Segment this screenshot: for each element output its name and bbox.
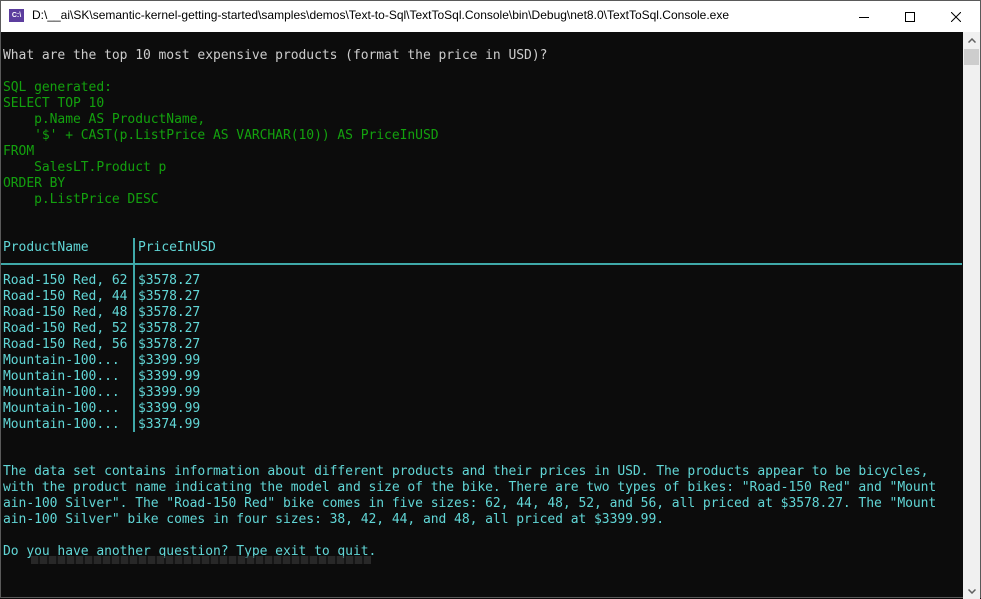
cell-productname: Mountain-100... — [3, 385, 120, 400]
scroll-down-button[interactable] — [963, 583, 980, 599]
sql-line: SalesLT.Product p — [3, 160, 167, 175]
cell-price: $3399.99 — [138, 385, 201, 400]
close-icon — [951, 11, 961, 22]
maximize-icon — [905, 11, 915, 22]
partially-visible-text — [31, 556, 371, 564]
console-app-icon: C:\ — [9, 9, 24, 22]
summary-line: The data set contains information about … — [3, 464, 929, 479]
close-button[interactable] — [933, 1, 979, 32]
sql-line: SELECT TOP 10 — [3, 96, 105, 111]
question-text: What are the top 10 most expensive produ… — [3, 48, 548, 63]
sql-line: '$' + CAST(p.ListPrice AS VARCHAR(10)) A… — [3, 128, 439, 143]
cell-productname: Mountain-100... — [3, 401, 120, 416]
table-column-divider — [133, 238, 135, 432]
sql-line: FROM — [3, 144, 35, 159]
cell-productname: Mountain-100... — [3, 417, 120, 432]
column-header-productname: ProductName — [3, 240, 89, 255]
cell-price: $3578.27 — [138, 337, 201, 352]
console-output[interactable]: What are the top 10 most expensive produ… — [1, 32, 963, 599]
title-bar[interactable]: C:\ D:\__ai\SK\semantic-kernel-getting-s… — [1, 1, 980, 32]
cell-price: $3399.99 — [138, 369, 201, 384]
minimize-icon — [859, 16, 869, 18]
cell-price: $3399.99 — [138, 353, 201, 368]
cell-productname: Road-150 Red, 52 — [3, 321, 128, 336]
cell-price: $3578.27 — [138, 273, 201, 288]
console-window: C:\ D:\__ai\SK\semantic-kernel-getting-s… — [0, 0, 981, 599]
chevron-up-icon — [967, 37, 976, 43]
sql-label: SQL generated: — [3, 80, 112, 95]
scroll-up-button[interactable] — [963, 32, 980, 48]
cell-productname: Road-150 Red, 44 — [3, 289, 128, 304]
vertical-scrollbar[interactable] — [963, 32, 980, 599]
minimize-button[interactable] — [841, 1, 887, 32]
summary-line: with the product name indicating the mod… — [3, 480, 937, 495]
table-header-divider — [1, 263, 962, 265]
cell-price: $3578.27 — [138, 289, 201, 304]
cell-price: $3399.99 — [138, 401, 201, 416]
chevron-down-icon — [967, 588, 976, 594]
column-header-priceinusd: PriceInUSD — [138, 240, 216, 255]
cell-productname: Road-150 Red, 48 — [3, 305, 128, 320]
maximize-button[interactable] — [887, 1, 933, 32]
cell-price: $3578.27 — [138, 305, 201, 320]
cell-productname: Road-150 Red, 62 — [3, 273, 128, 288]
summary-line: ain-100 Silver" bike comes in four sizes… — [3, 512, 665, 527]
cell-productname: Mountain-100... — [3, 369, 120, 384]
cell-price: $3374.99 — [138, 417, 201, 432]
cell-price: $3578.27 — [138, 321, 201, 336]
window-title: D:\__ai\SK\semantic-kernel-getting-start… — [32, 8, 730, 22]
cell-productname: Road-150 Red, 56 — [3, 337, 128, 352]
summary-line: ain-100 Silver". The "Road-150 Red" bike… — [3, 496, 937, 511]
cell-productname: Mountain-100... — [3, 353, 120, 368]
sql-line: ORDER BY — [3, 176, 66, 191]
sql-line: p.Name AS ProductName, — [3, 112, 206, 127]
scroll-thumb[interactable] — [964, 49, 979, 65]
sql-line: p.ListPrice DESC — [3, 192, 159, 207]
